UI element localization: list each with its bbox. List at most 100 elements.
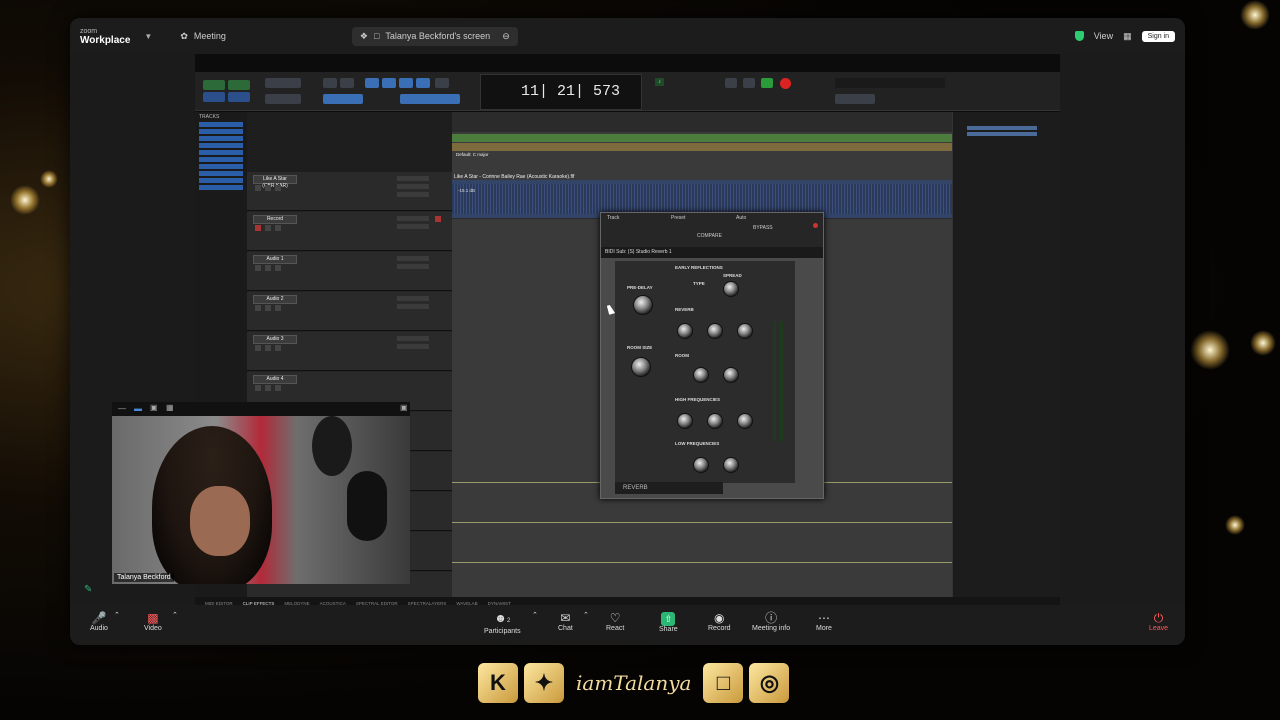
track-header[interactable]: Record: [247, 212, 452, 251]
toolbar-button[interactable]: [228, 80, 250, 90]
chevron-up-icon[interactable]: ⌃: [532, 611, 538, 619]
grid-icon[interactable]: ▦: [166, 403, 174, 412]
chevron-up-icon[interactable]: ⌃: [583, 611, 589, 619]
tab-meeting[interactable]: ✿ Meeting: [172, 27, 234, 46]
mute-button[interactable]: [275, 345, 281, 351]
insert-slot[interactable]: [397, 264, 429, 269]
list-item[interactable]: [199, 150, 243, 155]
tab-shared-screen[interactable]: ❖ □ Talanya Beckford's screen ⊖: [351, 26, 518, 46]
high-freq-knob[interactable]: [737, 413, 753, 429]
mute-button[interactable]: [275, 385, 281, 391]
room-knob[interactable]: [723, 367, 739, 383]
record-button[interactable]: [780, 78, 791, 89]
list-item[interactable]: [199, 185, 243, 190]
transport-button[interactable]: [743, 78, 755, 88]
toolbar-button[interactable]: [228, 92, 250, 102]
tool-button[interactable]: [323, 78, 337, 88]
tool-button[interactable]: [400, 94, 460, 104]
chevron-down-icon[interactable]: ▼: [144, 32, 152, 41]
sign-in-button[interactable]: Sign in: [1141, 30, 1175, 42]
grid-icon[interactable]: ▦: [1123, 31, 1132, 42]
rec-enable-button[interactable]: [255, 225, 261, 231]
react-button[interactable]: ♡ React: [606, 611, 624, 632]
track-name[interactable]: Audio 4: [253, 375, 297, 384]
room-size-knob[interactable]: [631, 357, 651, 377]
solo-button[interactable]: [265, 225, 271, 231]
grid-settings[interactable]: [835, 78, 945, 88]
insert-slot[interactable]: [397, 344, 429, 349]
zoom-tools[interactable]: [835, 94, 875, 104]
insert-slot[interactable]: [397, 336, 429, 341]
tool-button[interactable]: [416, 78, 430, 88]
low-freq-knob[interactable]: [723, 457, 739, 473]
compare-button[interactable]: COMPARE: [697, 233, 722, 239]
security-shield-icon[interactable]: [1074, 31, 1084, 41]
edit-mode-button[interactable]: [265, 78, 301, 88]
track-name[interactable]: Audio 3: [253, 335, 297, 344]
high-freq-knob[interactable]: [677, 413, 693, 429]
solo-button[interactable]: [265, 305, 271, 311]
edit-mode-button[interactable]: [265, 94, 301, 104]
solo-button[interactable]: [265, 345, 271, 351]
participant-video[interactable]: Talanya Beckford: [112, 416, 410, 584]
tool-button[interactable]: [399, 78, 413, 88]
solo-button[interactable]: [265, 385, 271, 391]
list-item[interactable]: [199, 136, 243, 141]
bypass-button[interactable]: BYPASS: [753, 225, 773, 231]
room-knob[interactable]: [693, 367, 709, 383]
clip-item[interactable]: [967, 126, 1037, 130]
track-name[interactable]: Audio 2: [253, 295, 297, 304]
layout-icon[interactable]: ▬: [134, 404, 142, 413]
layout-icon[interactable]: ▣: [150, 403, 158, 412]
close-icon[interactable]: [813, 223, 818, 228]
share-button[interactable]: ⇧ Share: [659, 611, 678, 633]
record-button[interactable]: ◉ Record: [708, 611, 731, 632]
high-freq-knob[interactable]: [707, 413, 723, 429]
insert-slot[interactable]: [397, 224, 429, 229]
rec-enable-button[interactable]: [275, 185, 281, 191]
chevron-up-icon[interactable]: ⌃: [114, 611, 120, 619]
pip-icon[interactable]: ▣: [400, 403, 408, 412]
mute-button[interactable]: [275, 265, 281, 271]
track-header[interactable]: Like A Star (CBR.KAR): [247, 172, 452, 211]
spread-knob[interactable]: [723, 281, 739, 297]
list-item[interactable]: [199, 164, 243, 169]
video-button[interactable]: ▩ Video: [144, 611, 162, 632]
list-item[interactable]: [199, 178, 243, 183]
insert-slot[interactable]: [397, 304, 429, 309]
leave-button[interactable]: ⏻ Leave: [1149, 611, 1168, 632]
solo-button[interactable]: [265, 265, 271, 271]
list-item[interactable]: [199, 171, 243, 176]
list-item[interactable]: [199, 157, 243, 162]
reverb-knob[interactable]: [707, 323, 723, 339]
chat-button[interactable]: ✉ Chat: [558, 611, 573, 632]
toolbar-button[interactable]: [203, 80, 225, 90]
clip-item[interactable]: [967, 132, 1037, 136]
track-header[interactable]: Audio 2: [247, 292, 452, 331]
rec-enable-button[interactable]: [255, 305, 261, 311]
insert-slot[interactable]: [397, 296, 429, 301]
annotate-icon[interactable]: ✎: [84, 584, 92, 595]
meeting-info-button[interactable]: ⓘ Meeting info: [752, 611, 790, 632]
tool-button[interactable]: [435, 78, 449, 88]
list-item[interactable]: [199, 129, 243, 134]
track-name[interactable]: Like A Star (CBR.KAR): [253, 175, 297, 189]
chevron-up-icon[interactable]: ⌃: [172, 611, 178, 619]
reverb-knob[interactable]: [737, 323, 753, 339]
list-item[interactable]: [199, 143, 243, 148]
view-button[interactable]: View: [1094, 31, 1113, 41]
insert-slot[interactable]: [397, 192, 429, 197]
timeline-ruler[interactable]: [452, 112, 952, 132]
transport-button[interactable]: [725, 78, 737, 88]
main-counter[interactable]: 11| 21| 573: [480, 74, 642, 110]
rec-enable-button[interactable]: [255, 265, 261, 271]
reverb-plugin-window[interactable]: Track Preset Auto COMPARE BYPASS BIDI Su…: [600, 212, 824, 499]
tool-button[interactable]: [382, 78, 396, 88]
list-item[interactable]: [199, 122, 243, 127]
insert-slot[interactable]: [397, 256, 429, 261]
close-icon[interactable]: ⊖: [502, 31, 510, 42]
track-header[interactable]: Audio 3: [247, 332, 452, 371]
mute-button[interactable]: [275, 305, 281, 311]
solo-button[interactable]: [265, 185, 271, 191]
rec-enable-button[interactable]: [255, 385, 261, 391]
